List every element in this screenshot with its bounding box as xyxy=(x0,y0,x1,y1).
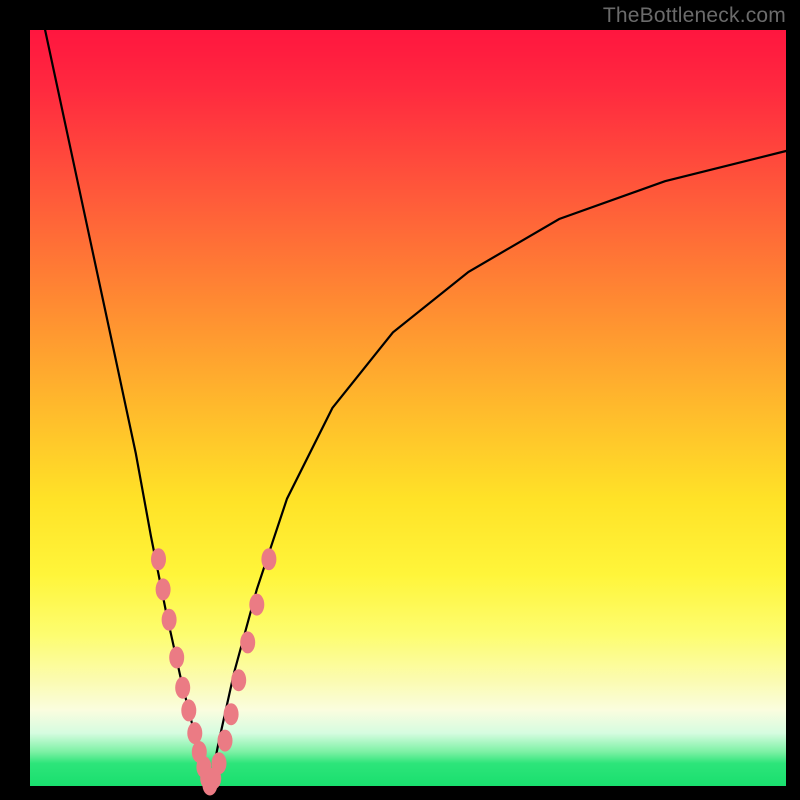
marker-bead xyxy=(169,647,184,669)
marker-bead xyxy=(240,631,255,653)
marker-bead xyxy=(261,548,276,570)
marker-bead xyxy=(212,752,227,774)
marker-bead xyxy=(249,594,264,616)
marker-bead xyxy=(156,578,171,600)
chart-frame: TheBottleneck.com xyxy=(0,0,800,800)
marker-bead xyxy=(231,669,246,691)
marker-bead xyxy=(175,677,190,699)
marker-bead xyxy=(187,722,202,744)
marker-bead xyxy=(151,548,166,570)
marker-bead xyxy=(162,609,177,631)
curve-left-branch xyxy=(45,30,210,786)
watermark-text: TheBottleneck.com xyxy=(603,4,786,28)
curve-svg xyxy=(30,30,786,786)
marker-bead xyxy=(218,730,233,752)
plot-area xyxy=(30,30,786,786)
curve-right-branch xyxy=(210,151,786,786)
marker-bead xyxy=(224,703,239,725)
marker-bead xyxy=(181,699,196,721)
